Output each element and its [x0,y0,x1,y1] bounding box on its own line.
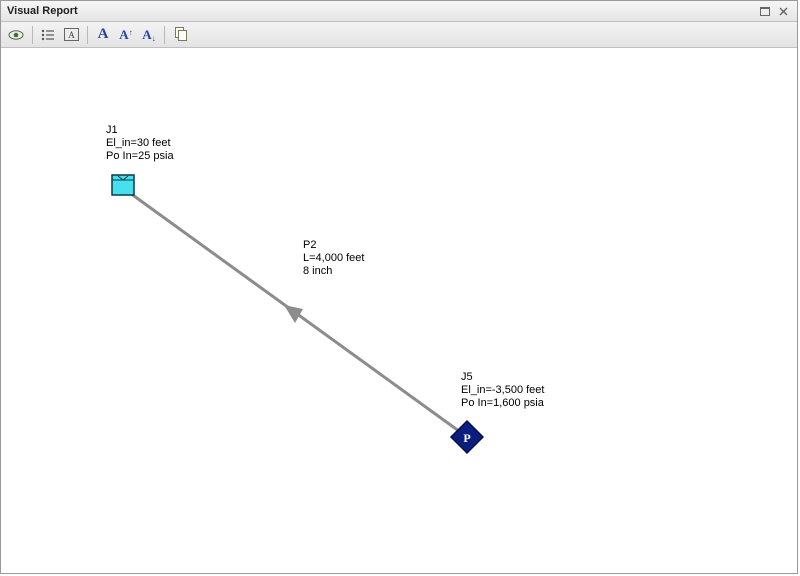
titlebar: Visual Report [1,1,797,22]
svg-text:A: A [68,30,75,40]
label-pipe-id: P2 [303,239,364,252]
eye-icon [8,29,24,41]
font-increase-icon: A↑ [119,27,132,43]
label-j1-id: J1 [106,124,174,137]
label-pipe: P2 L=4,000 feet 8 inch [303,239,364,278]
label-j5-line3: Po In=1,600 psia [461,397,544,410]
list-icon [41,29,55,41]
label-j5: J5 El_in=-3,500 feet Po In=1,600 psia [461,371,544,410]
copy-button[interactable] [169,24,192,45]
label-j1-line3: Po In=25 psia [106,150,174,163]
maximize-icon [760,7,770,16]
window-title: Visual Report [7,5,755,17]
maximize-button[interactable] [757,4,773,18]
textbox-button[interactable]: A [60,24,83,45]
label-j1-line2: El_in=30 feet [106,137,174,150]
list-options-button[interactable] [37,24,59,45]
label-j5-line2: El_in=-3,500 feet [461,384,544,397]
visual-report-window: Visual Report [0,0,798,574]
font-increase-button[interactable]: A↑ [115,24,137,45]
toolbar: A A A↑ A↓ [1,22,797,48]
close-icon [779,7,788,16]
font-a-icon: A [98,26,109,43]
copy-icon [173,27,188,42]
font-decrease-button[interactable]: A↓ [138,24,160,45]
label-j1: J1 El_in=30 feet Po In=25 psia [106,124,174,163]
node-j5-symbol: P [463,431,470,445]
font-normal-button[interactable]: A [92,24,114,45]
textbox-icon: A [64,28,79,41]
close-button[interactable] [775,4,791,18]
node-j5[interactable]: P [451,421,483,453]
pipe-p2[interactable] [123,188,463,434]
label-pipe-line2: L=4,000 feet [303,252,364,265]
label-pipe-line3: 8 inch [303,265,364,278]
toolbar-separator [164,26,165,44]
font-decrease-icon: A↓ [142,27,155,43]
diagram-canvas[interactable]: P J1 El_in=30 feet Po In=25 psia P2 L=4,… [1,48,797,573]
visibility-button[interactable] [4,24,28,45]
toolbar-separator [87,26,88,44]
toolbar-separator [32,26,33,44]
label-j5-id: J5 [461,371,544,384]
node-j1[interactable] [112,175,134,195]
